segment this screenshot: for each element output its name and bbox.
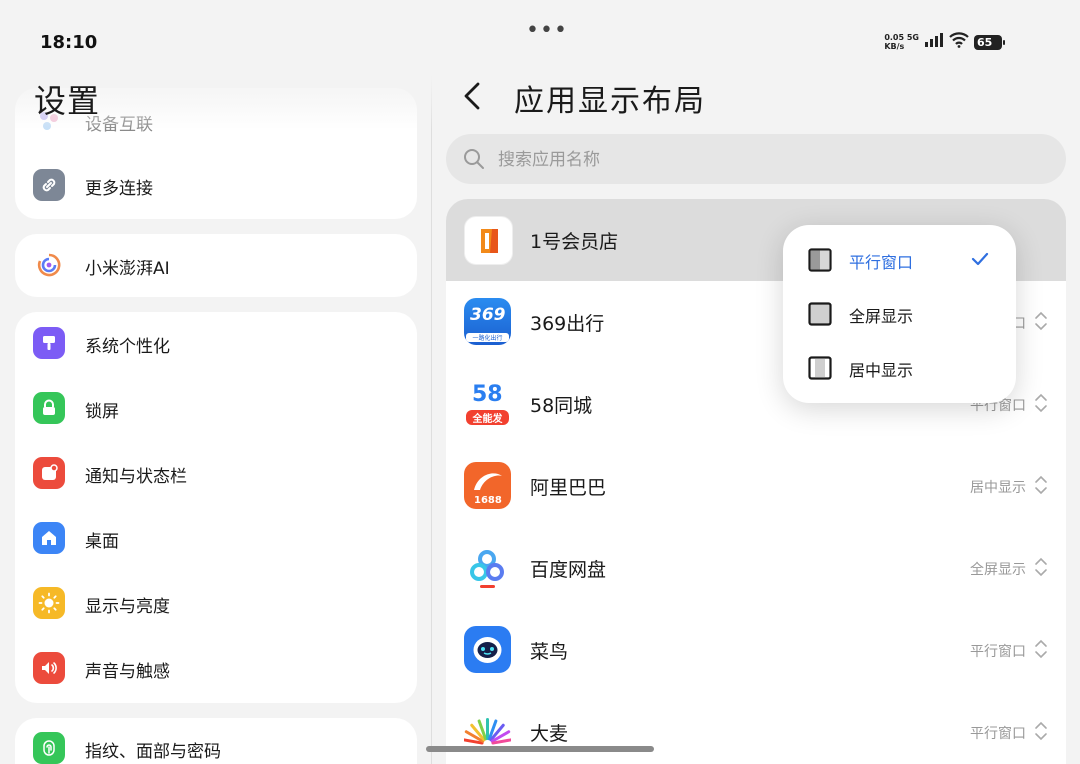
sidebar-item-label: 更多连接 <box>85 179 153 199</box>
home-indicator[interactable] <box>426 746 654 752</box>
updown-chevron-icon <box>1034 720 1048 746</box>
sidebar-item-personalization[interactable]: 系统个性化 <box>15 313 417 375</box>
sidebar-item-more-connections[interactable]: 更多连接 <box>15 155 417 217</box>
app-mode: 平行窗口 <box>970 644 1026 660</box>
settings-sidebar: 18:10 设置 设备互联 更多连接 小米澎湃AI 系统个性化 锁屏 通知与状态… <box>0 0 432 764</box>
sidebar-item-notifications[interactable]: 通知与状态栏 <box>15 443 417 505</box>
settings-title: 设置 <box>34 82 101 120</box>
net-speed: 0.05 5G KB/s <box>884 33 919 51</box>
app-name: 菜鸟 <box>530 641 569 663</box>
app-row-damai[interactable]: 大麦 平行窗口 <box>446 691 1066 764</box>
status-bar-icons: 0.05 5G KB/s 65 <box>884 32 1005 52</box>
sidebar-item-display[interactable]: 显示与亮度 <box>15 573 417 635</box>
center-display-icon <box>808 356 832 384</box>
app-name: 大麦 <box>530 723 569 745</box>
sidebar-item-label: 通知与状态栏 <box>85 467 187 487</box>
baidu-netdisk-icon <box>464 544 511 591</box>
fullscreen-icon <box>808 302 832 330</box>
sidebar-item-hyper-ai[interactable]: 小米澎湃AI <box>15 235 417 297</box>
sidebar-item-label: 指纹、面部与密码 <box>85 742 221 762</box>
battery-icon: 65 <box>974 34 1005 50</box>
parallel-window-icon <box>808 248 832 276</box>
net-speed-value: 0.05 <box>884 33 905 42</box>
search-input[interactable] <box>496 134 1040 186</box>
updown-chevron-icon <box>1034 392 1048 418</box>
option-center-display[interactable]: 居中显示 <box>783 341 1016 395</box>
sidebar-item-label: 显示与亮度 <box>85 597 170 617</box>
signal-icon <box>924 32 944 52</box>
net-speed-unit: KB/s <box>884 42 905 51</box>
app-1688-label: 1688 <box>474 495 502 506</box>
app-row-alibaba[interactable]: 1688 阿里巴巴 居中显示 <box>446 445 1066 527</box>
sidebar-item-label: 小米澎湃AI <box>85 259 170 279</box>
app-name: 1号会员店 <box>530 231 619 253</box>
option-label: 居中显示 <box>849 361 914 380</box>
app-58-num: 58 <box>472 382 503 407</box>
369-travel-icon: 369 一路化出行 <box>464 298 511 345</box>
fingerprint-icon <box>33 732 65 764</box>
window-handle-dots[interactable]: ••• <box>526 20 568 42</box>
brush-icon <box>33 327 65 359</box>
app-name: 阿里巴巴 <box>530 477 607 499</box>
sidebar-item-label: 桌面 <box>85 532 119 552</box>
app-name: 58同城 <box>530 395 593 417</box>
app-row-cainiao[interactable]: 菜鸟 平行窗口 <box>446 609 1066 691</box>
status-time: 18:10 <box>40 32 98 53</box>
wifi-icon <box>949 32 969 52</box>
notification-icon <box>33 457 65 489</box>
yihao-store-icon <box>464 216 513 265</box>
search-icon <box>462 147 486 175</box>
back-button[interactable] <box>456 78 492 114</box>
alibaba-1688-icon: 1688 <box>464 462 511 509</box>
app-mode: 居中显示 <box>970 480 1026 496</box>
home-icon <box>33 522 65 554</box>
sidebar-item-label: 锁屏 <box>85 402 119 422</box>
sidebar-item-sound[interactable]: 声音与触感 <box>15 638 417 700</box>
updown-chevron-icon <box>1034 310 1048 336</box>
sun-icon <box>33 587 65 619</box>
page-title: 应用显示布局 <box>514 84 706 119</box>
option-fullscreen[interactable]: 全屏显示 <box>783 287 1016 341</box>
search-bar[interactable] <box>446 134 1066 186</box>
check-icon <box>971 251 989 271</box>
link-icon <box>33 169 65 201</box>
sidebar-item-label: 系统个性化 <box>85 337 170 357</box>
sidebar-item-lockscreen[interactable]: 锁屏 <box>15 378 417 440</box>
app-row-baidu-netdisk[interactable]: 百度网盘 全屏显示 <box>446 527 1066 609</box>
app-mode: 平行窗口 <box>970 726 1026 742</box>
app-369-badge: 369 <box>470 305 506 325</box>
app-369-sub: 一路化出行 <box>466 333 509 342</box>
option-label: 平行窗口 <box>849 253 914 272</box>
updown-chevron-icon <box>1034 474 1048 500</box>
app-58-sub: 全能发 <box>466 410 509 425</box>
58-tongcheng-icon: 58 全能发 <box>464 380 511 427</box>
app-mode: 全屏显示 <box>970 562 1026 578</box>
updown-chevron-icon <box>1034 638 1048 664</box>
sidebar-item-desktop[interactable]: 桌面 <box>15 508 417 570</box>
display-mode-menu: 平行窗口 全屏显示 居中显示 <box>783 225 1016 403</box>
personalization-card: 系统个性化 锁屏 通知与状态栏 桌面 显示与亮度 声音与触感 <box>15 312 417 703</box>
sidebar-item-security[interactable]: 指纹、面部与密码 <box>15 718 417 764</box>
network-type: 5G <box>906 33 919 42</box>
battery-level: 65 <box>977 35 993 49</box>
ai-card: 小米澎湃AI <box>15 234 417 297</box>
option-label: 全屏显示 <box>849 307 914 326</box>
cainiao-icon <box>464 626 511 673</box>
option-parallel-window[interactable]: 平行窗口 <box>783 233 1016 287</box>
sidebar-item-label: 声音与触感 <box>85 662 170 682</box>
app-name: 369出行 <box>530 313 605 335</box>
security-card: 指纹、面部与密码 <box>15 718 417 764</box>
lock-icon <box>33 392 65 424</box>
updown-chevron-icon <box>1034 556 1048 582</box>
hyper-ai-icon <box>33 249 65 281</box>
app-name: 百度网盘 <box>530 559 607 581</box>
speaker-icon <box>33 652 65 684</box>
